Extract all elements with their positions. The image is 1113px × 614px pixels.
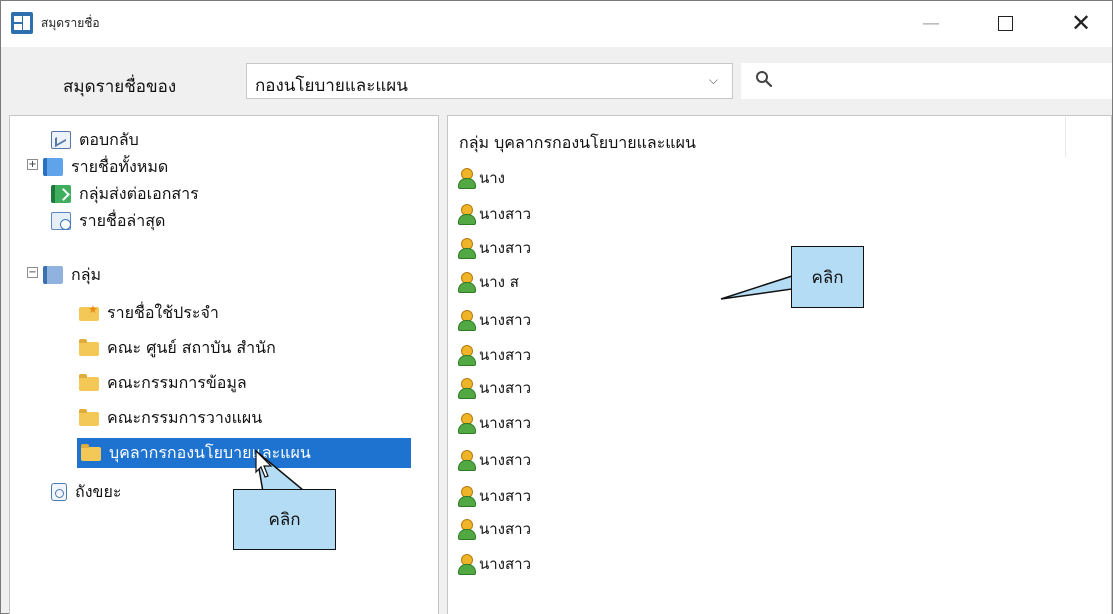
addressbook-dropdown-value: กองนโยบายและแผน	[255, 76, 408, 96]
address-book-window: สมุดรายชื่อ — ✕ สมุดรายชื่อของ กองนโยบาย…	[0, 0, 1113, 614]
tree-item-label: คณะกรรมการวางแผน	[107, 407, 263, 427]
person-icon	[457, 413, 476, 434]
search-input[interactable]	[741, 63, 1112, 99]
recent-contacts-icon	[51, 212, 71, 230]
redaction-block	[567, 297, 717, 579]
contact-name: นางสาว	[479, 239, 532, 257]
folder-icon	[79, 409, 99, 426]
contact-list-item[interactable]: นางสาว	[457, 375, 531, 401]
group-heading: กลุ่ม บุคลากรกองนโยบายและแผน	[459, 133, 696, 152]
tree-item-forward-group[interactable]: กลุ่มส่งต่อเอกสาร	[51, 179, 199, 209]
person-icon	[457, 345, 476, 366]
contact-list-item[interactable]: นางสาว	[457, 201, 531, 227]
close-button[interactable]: ✕	[1063, 9, 1099, 37]
contact-list-item[interactable]: นางสาว	[457, 483, 531, 509]
window-title: สมุดรายชื่อ	[41, 16, 100, 30]
contact-list-item[interactable]: นางสาว	[457, 447, 531, 473]
tree-item-label: กลุ่มส่งต่อเอกสาร	[79, 183, 199, 203]
search-icon	[756, 71, 773, 88]
pane-splitter[interactable]	[439, 115, 447, 614]
contact-name: นางสาว	[479, 487, 532, 505]
tree-item-all-contacts[interactable]: รายชื่อทั้งหมด	[43, 152, 168, 182]
addressbook-label: สมุดรายชื่อของ	[63, 77, 177, 97]
tree-item-trash[interactable]: ถังขยะ	[51, 477, 121, 507]
folder-icon	[79, 374, 99, 391]
tree-item-label: รายชื่อล่าสุด	[79, 210, 166, 230]
tree-item-recent-contacts[interactable]: รายชื่อล่าสุด	[51, 206, 165, 236]
contact-name: นางสาว	[479, 414, 532, 432]
contact-list-item[interactable]: นางสาว	[457, 342, 531, 368]
tree-item-label: กลุ่ม	[71, 264, 102, 284]
tree-item-label: ถังขยะ	[75, 481, 122, 501]
person-icon	[457, 238, 476, 259]
person-icon	[457, 450, 476, 471]
groups-book-icon	[43, 266, 63, 284]
tree-item-policy-planning-staff[interactable]: บุคลากรกองนโยบายและแผน	[77, 438, 411, 468]
callout-right: คลิก	[791, 246, 864, 308]
tree-item-label: รายชื่อใช้ประจำ	[107, 302, 219, 322]
contact-list-item[interactable]: นางสาว	[457, 307, 531, 333]
contact-list-item[interactable]: นางสาว	[457, 516, 531, 542]
toolbar: สมุดรายชื่อของ กองนโยบายและแผน ⌵	[1, 47, 1112, 115]
callout-left: คลิก	[233, 489, 336, 550]
contact-name: นางสาว	[479, 555, 532, 573]
tree-item-label: ตอบกลับ	[79, 129, 139, 149]
person-icon	[457, 272, 476, 293]
tree-item-planning-committee[interactable]: คณะกรรมการวางแผน	[79, 403, 262, 433]
tree-item-faculty-centers[interactable]: คณะ ศูนย์ สถาบัน สำนัก	[79, 333, 276, 363]
tree-item-label: คณะกรรมการข้อมูล	[107, 372, 247, 392]
contact-name: นางสาว	[479, 205, 532, 223]
tree-item-data-committee[interactable]: คณะกรรมการข้อมูล	[79, 368, 247, 398]
addressbook-dropdown[interactable]: กองนโยบายและแผน ⌵	[246, 63, 733, 99]
contact-name: นางสาว	[479, 379, 532, 397]
person-icon	[457, 554, 476, 575]
person-icon	[457, 310, 476, 331]
expand-all-contacts-toggle[interactable]: +	[27, 159, 38, 170]
tree-item-label: รายชื่อทั้งหมด	[71, 156, 169, 176]
tree-item-favorites[interactable]: รายชื่อใช้ประจำ	[79, 298, 219, 328]
maximize-button[interactable]	[987, 9, 1023, 37]
contact-name: นาง ส	[479, 273, 519, 291]
person-icon	[457, 519, 476, 540]
address-book-icon	[43, 158, 63, 176]
mouse-cursor-icon	[255, 450, 273, 478]
tree-item-label: คณะ ศูนย์ สถาบัน สำนัก	[107, 337, 276, 357]
title-bar: สมุดรายชื่อ — ✕	[1, 1, 1112, 47]
tree-item-reply[interactable]: ตอบกลับ	[51, 125, 139, 155]
contact-list-item[interactable]: นางสาว	[457, 410, 531, 436]
favorites-folder-icon	[79, 303, 99, 321]
address-book-app-icon	[11, 12, 33, 34]
tree-item-groups[interactable]: กลุ่ม	[43, 260, 101, 290]
contact-list-item[interactable]: นาง ส	[457, 269, 519, 295]
person-icon	[457, 168, 476, 189]
collapse-groups-toggle[interactable]: −	[27, 267, 38, 278]
contact-name: นางสาว	[479, 346, 532, 364]
maximize-icon	[997, 15, 1013, 31]
trash-icon	[51, 483, 67, 501]
contact-list-item[interactable]: นางสาว	[457, 235, 531, 261]
forward-group-icon	[51, 185, 71, 203]
person-icon	[457, 486, 476, 507]
folder-icon	[79, 339, 99, 356]
contact-list-pane	[447, 115, 1112, 614]
minimize-button[interactable]: —	[913, 9, 949, 37]
tree-item-label: บุคลากรกองนโยบายและแผน	[109, 442, 311, 462]
person-icon	[457, 204, 476, 225]
contact-name: นางสาว	[479, 451, 532, 469]
reply-icon	[51, 131, 71, 149]
person-icon	[457, 378, 476, 399]
contact-name: นาง	[479, 169, 506, 187]
chevron-down-icon: ⌵	[708, 73, 718, 87]
contact-name: นางสาว	[479, 311, 532, 329]
scrollbar[interactable]	[1065, 117, 1066, 157]
contact-list-item[interactable]: นาง	[457, 165, 505, 191]
contact-name: นางสาว	[479, 520, 532, 538]
contact-list-item[interactable]: นางสาว	[457, 551, 531, 577]
folder-icon	[81, 444, 101, 461]
